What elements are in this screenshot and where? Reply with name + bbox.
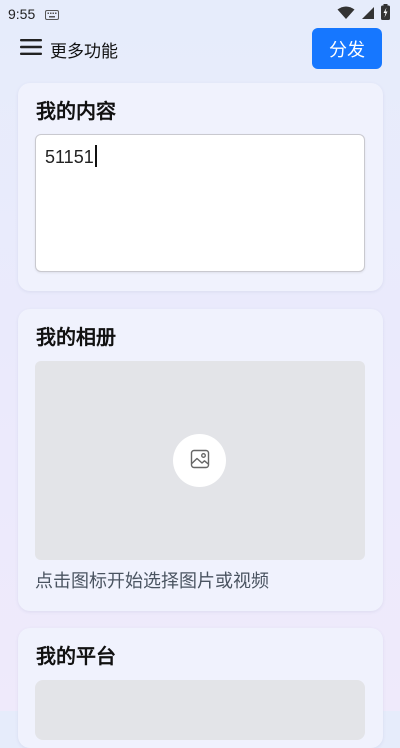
platform-list-area[interactable]: [35, 680, 365, 740]
image-picker-button[interactable]: [173, 434, 226, 487]
text-cursor: [94, 145, 97, 167]
wifi-icon: [337, 5, 355, 24]
content-textarea[interactable]: 51151: [35, 134, 365, 272]
distribute-button[interactable]: 分发: [312, 28, 382, 69]
album-picker-area[interactable]: [35, 361, 365, 560]
more-features-label[interactable]: 更多功能: [50, 37, 118, 62]
content-section-title: 我的内容: [36, 99, 116, 123]
image-icon[interactable]: [190, 449, 210, 473]
signal-icon: [361, 5, 375, 24]
app-header: 更多功能 分发: [0, 28, 400, 70]
content-card: 我的内容 51151: [18, 83, 383, 291]
status-bar: 9:55: [0, 0, 400, 28]
album-section-title: 我的相册: [36, 325, 116, 349]
content-text-value: 51151: [45, 147, 94, 167]
hamburger-menu-icon[interactable]: [20, 38, 42, 60]
battery-charging-icon: [381, 4, 390, 24]
album-card: 我的相册 点击图标开始选择图片或视频: [18, 309, 383, 611]
keyboard-icon: [45, 5, 60, 24]
platform-section-title: 我的平台: [36, 644, 116, 668]
album-hint-text: 点击图标开始选择图片或视频: [35, 571, 269, 592]
platform-card: 我的平台: [18, 628, 383, 748]
status-time: 9:55: [8, 6, 36, 22]
more-features-menu[interactable]: 更多功能: [20, 36, 118, 62]
